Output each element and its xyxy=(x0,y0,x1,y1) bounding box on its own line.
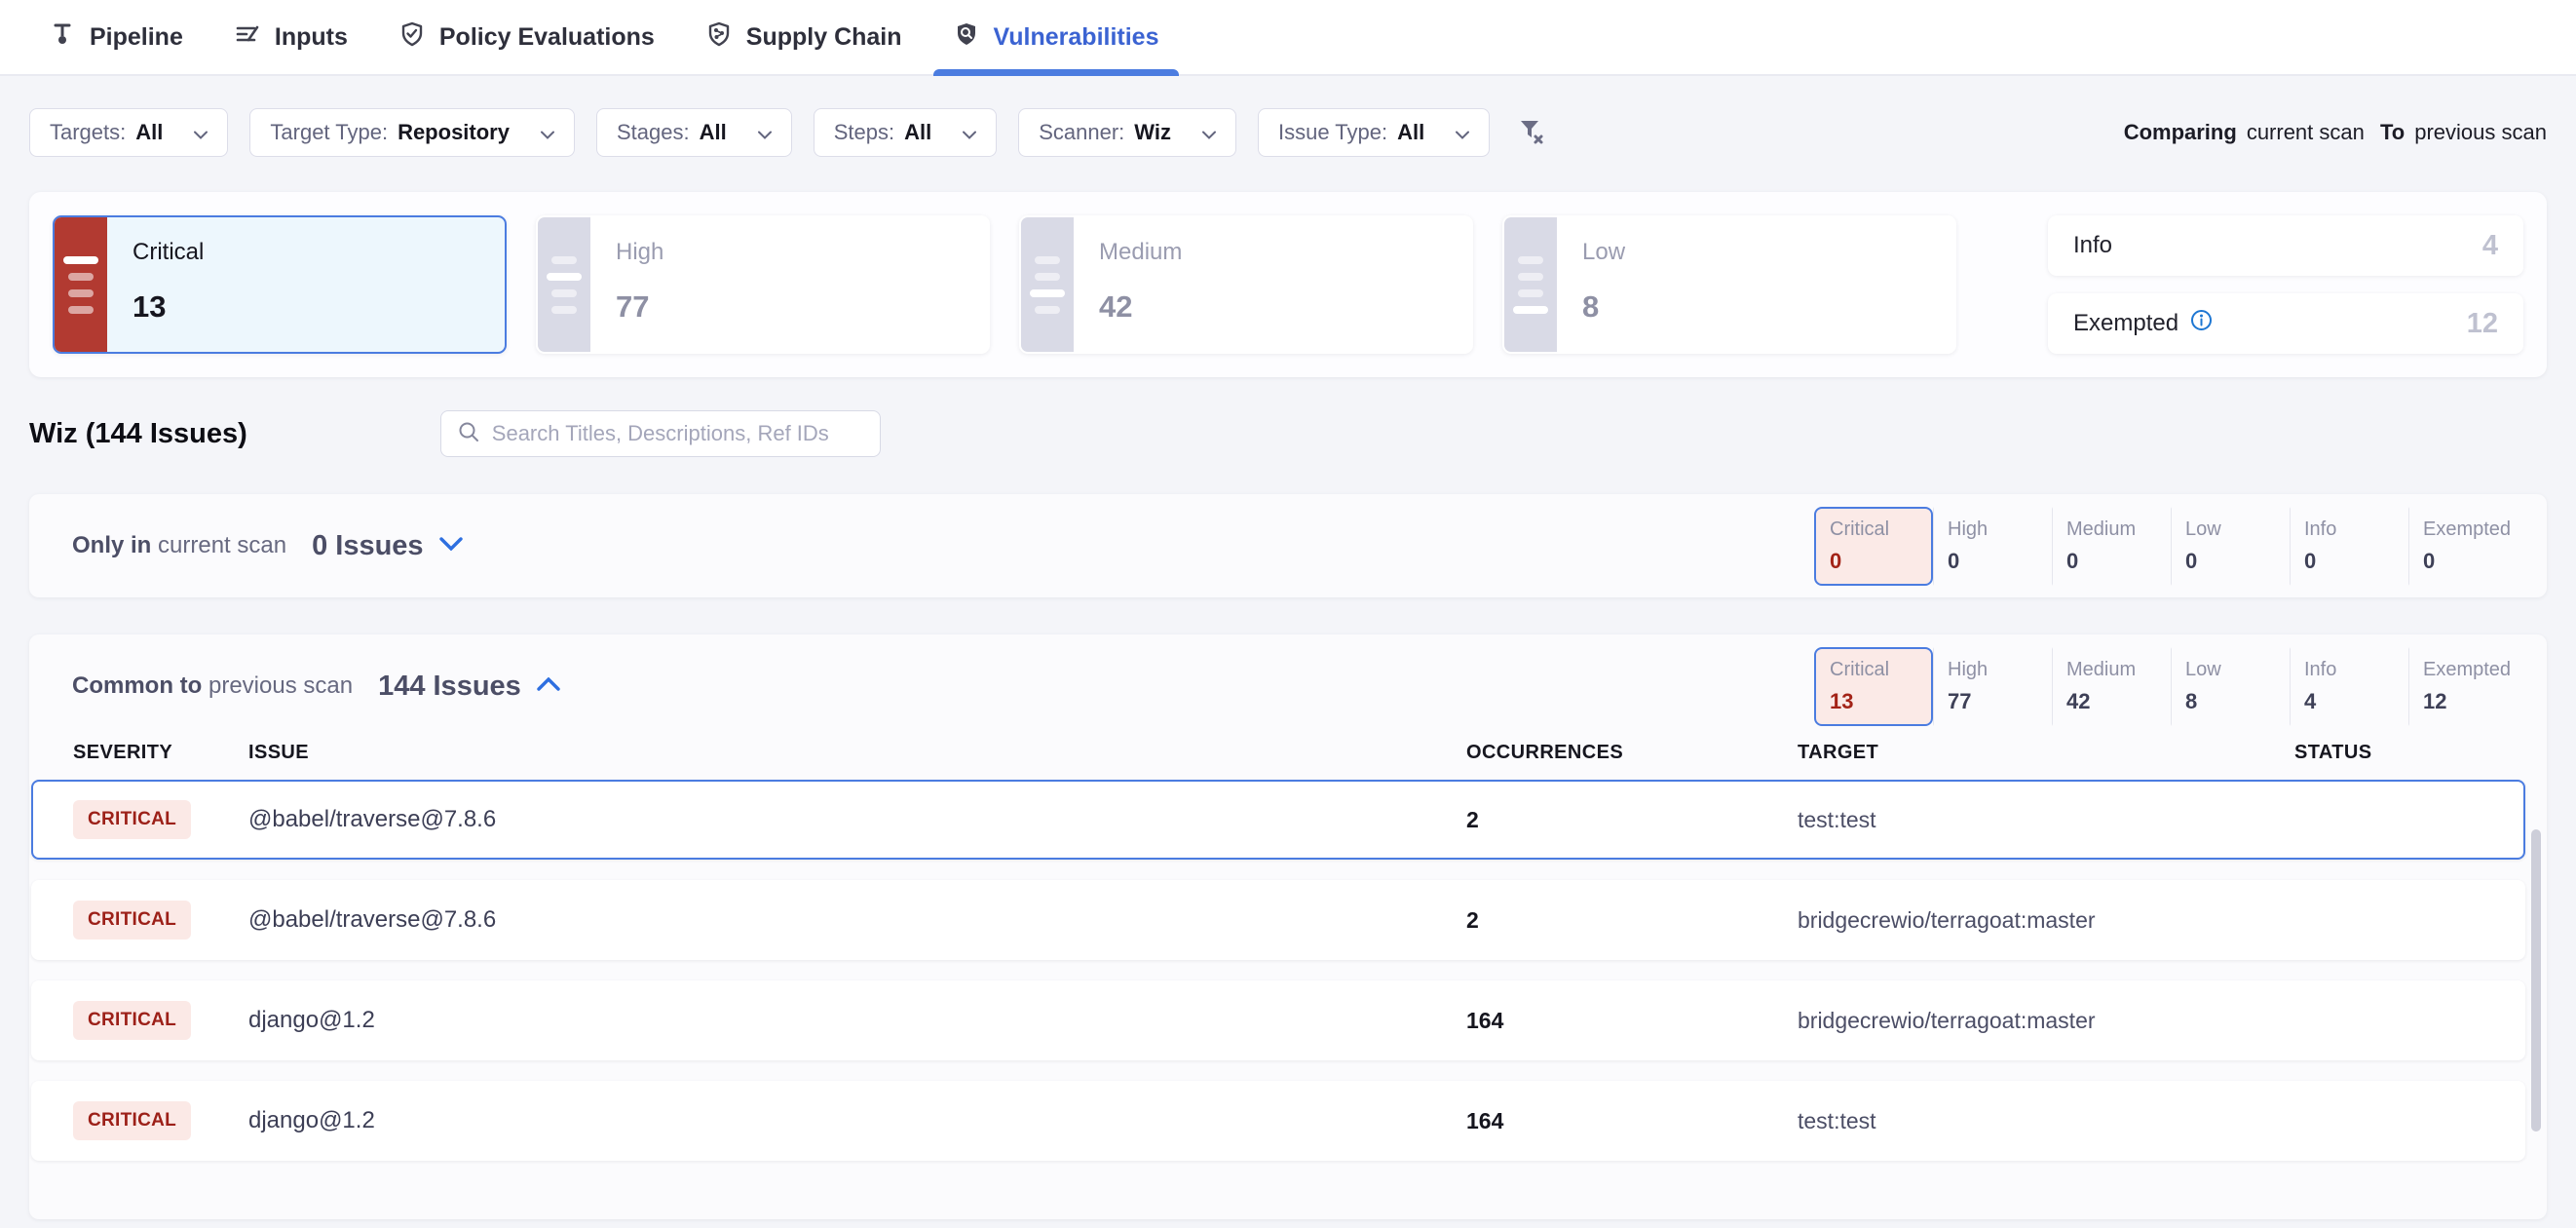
filter-target-type[interactable]: Target Type:Repository xyxy=(249,108,575,157)
filter-issue-type[interactable]: Issue Type:All xyxy=(1258,108,1490,157)
severity-pill[interactable]: High 0 xyxy=(1933,507,2052,586)
severity-pill[interactable]: Exempted 0 xyxy=(2408,507,2527,586)
chevron-down-icon xyxy=(737,120,772,145)
table-row[interactable]: CRITICAL @babel/traverse@7.8.6 2 test:te… xyxy=(31,780,2525,860)
severity-summary-panel: Critical 13 High 77 Medium 42 Low 8 xyxy=(29,192,2547,377)
inputs-icon xyxy=(234,20,261,55)
search-icon xyxy=(457,420,480,448)
issue-cell: django@1.2 xyxy=(248,1107,1466,1134)
column-target: TARGET xyxy=(1798,742,2294,764)
severity-card-critical[interactable]: Critical 13 xyxy=(53,215,507,354)
column-issue: ISSUE xyxy=(248,742,1466,764)
severity-pill[interactable]: Critical 0 xyxy=(1814,507,1933,586)
severity-pill[interactable]: Medium 0 xyxy=(2052,507,2171,586)
chevron-down-icon xyxy=(424,537,463,556)
table-row[interactable]: CRITICAL @babel/traverse@7.8.6 2 bridgec… xyxy=(31,880,2525,960)
severity-badge: CRITICAL xyxy=(73,1001,191,1040)
issue-cell: @babel/traverse@7.8.6 xyxy=(248,806,1466,833)
severity-badge: CRITICAL xyxy=(73,800,191,839)
severity-card-low[interactable]: Low 8 xyxy=(1502,215,1956,354)
policy-evaluations-icon xyxy=(398,20,426,55)
execution-tab-bar: Pipeline Inputs Policy Evaluations Suppl… xyxy=(0,0,2576,76)
severity-card-exempted[interactable]: Exempted 12 xyxy=(2048,293,2523,354)
table-row[interactable]: CRITICAL django@1.2 164 test:test xyxy=(31,1081,2525,1161)
info-icon[interactable] xyxy=(2178,309,2213,338)
issues-table-header: SEVERITY ISSUE OCCURRENCES TARGET STATUS xyxy=(29,738,2547,780)
target-cell: test:test xyxy=(1798,807,2294,833)
occurrences-cell: 2 xyxy=(1466,807,1798,833)
occurrences-cell: 2 xyxy=(1466,907,1798,934)
chevron-down-icon xyxy=(1434,120,1469,145)
collapse-group-toggle[interactable]: 144 Issues xyxy=(378,671,560,703)
severity-meter-icon xyxy=(1504,217,1557,352)
clear-filters-button[interactable] xyxy=(1515,115,1546,151)
severity-pill[interactable]: Low 0 xyxy=(2171,507,2290,586)
issue-search xyxy=(440,410,881,457)
clear-filter-icon xyxy=(1515,115,1546,151)
target-cell: bridgecrewio/terragoat:master xyxy=(1798,907,2294,934)
chevron-down-icon xyxy=(519,120,554,145)
chevron-down-icon xyxy=(941,120,976,145)
tab-label: Vulnerabilities xyxy=(994,23,1159,52)
table-row[interactable]: CRITICAL django@1.2 164 bridgecrewio/ter… xyxy=(31,980,2525,1060)
tab-supply-chain[interactable]: Supply Chain xyxy=(686,0,922,74)
severity-meter-icon xyxy=(55,217,107,352)
occurrences-cell: 164 xyxy=(1466,1108,1798,1134)
severity-card-high[interactable]: High 77 xyxy=(536,215,990,354)
tab-policy-evaluations[interactable]: Policy Evaluations xyxy=(379,0,674,74)
target-cell: bridgecrewio/terragoat:master xyxy=(1798,1008,2294,1034)
severity-meter-icon xyxy=(1021,217,1074,352)
severity-pill-row: Critical 13 High 77 Medium 42 Low xyxy=(1814,647,2527,726)
supply-chain-icon xyxy=(705,20,733,55)
column-status: STATUS xyxy=(2294,742,2527,764)
filter-stages[interactable]: Stages:All xyxy=(596,108,792,157)
chevron-down-icon xyxy=(1181,120,1216,145)
vulnerabilities-page: Pipeline Inputs Policy Evaluations Suppl… xyxy=(0,0,2576,1228)
tab-label: Pipeline xyxy=(90,23,183,52)
group-common-to-previous-scan: Common to previous scan 144 Issues Criti… xyxy=(29,634,2547,1219)
search-input[interactable] xyxy=(492,421,864,446)
filter-steps[interactable]: Steps:All xyxy=(814,108,998,157)
severity-card-info[interactable]: Info 4 xyxy=(2048,215,2523,276)
tab-label: Supply Chain xyxy=(746,23,902,52)
severity-pill[interactable]: High 77 xyxy=(1933,647,2052,726)
severity-card-medium[interactable]: Medium 42 xyxy=(1019,215,1473,354)
severity-pill[interactable]: Critical 13 xyxy=(1814,647,1933,726)
severity-pill[interactable]: Info 4 xyxy=(2290,647,2408,726)
tab-inputs[interactable]: Inputs xyxy=(214,0,367,74)
chevron-up-icon xyxy=(521,677,560,696)
severity-pill[interactable]: Info 0 xyxy=(2290,507,2408,586)
scanner-section-header: Wiz (144 Issues) xyxy=(29,410,2547,457)
group-only-in-current-scan: Only in current scan 0 Issues Critical 0… xyxy=(29,494,2547,597)
issues-table-body: CRITICAL @babel/traverse@7.8.6 2 test:te… xyxy=(29,780,2547,1161)
severity-meter-icon xyxy=(538,217,590,352)
severity-pill-row: Critical 0 High 0 Medium 0 Low xyxy=(1814,507,2527,586)
comparing-label: Comparingcurrent scan Toprevious scan xyxy=(2124,120,2547,145)
chevron-down-icon xyxy=(172,120,208,145)
severity-badge: CRITICAL xyxy=(73,901,191,940)
column-severity: SEVERITY xyxy=(73,742,248,764)
severity-pill[interactable]: Medium 42 xyxy=(2052,647,2171,726)
issue-cell: @babel/traverse@7.8.6 xyxy=(248,906,1466,934)
tab-vulnerabilities[interactable]: Vulnerabilities xyxy=(933,0,1179,74)
tab-pipeline[interactable]: Pipeline xyxy=(29,0,203,74)
scanner-title: Wiz (144 Issues) xyxy=(29,418,247,450)
vulnerabilities-icon xyxy=(953,20,980,55)
column-occurrences: OCCURRENCES xyxy=(1466,742,1798,764)
occurrences-cell: 164 xyxy=(1466,1008,1798,1034)
table-scrollbar[interactable] xyxy=(2531,829,2541,1132)
tab-label: Policy Evaluations xyxy=(439,23,655,52)
target-cell: test:test xyxy=(1798,1108,2294,1134)
pipeline-icon xyxy=(49,20,76,55)
info-exempted-stack: Info 4 Exempted 12 xyxy=(2048,215,2523,354)
filter-targets[interactable]: Targets:All xyxy=(29,108,228,157)
severity-pill[interactable]: Exempted 12 xyxy=(2408,647,2527,726)
severity-pill[interactable]: Low 8 xyxy=(2171,647,2290,726)
issue-cell: django@1.2 xyxy=(248,1007,1466,1034)
expand-group-toggle[interactable]: 0 Issues xyxy=(312,530,462,562)
filter-bar: Targets:All Target Type:Repository Stage… xyxy=(29,108,2547,157)
severity-badge: CRITICAL xyxy=(73,1101,191,1140)
tab-label: Inputs xyxy=(275,23,348,52)
filter-scanner[interactable]: Scanner:Wiz xyxy=(1018,108,1236,157)
